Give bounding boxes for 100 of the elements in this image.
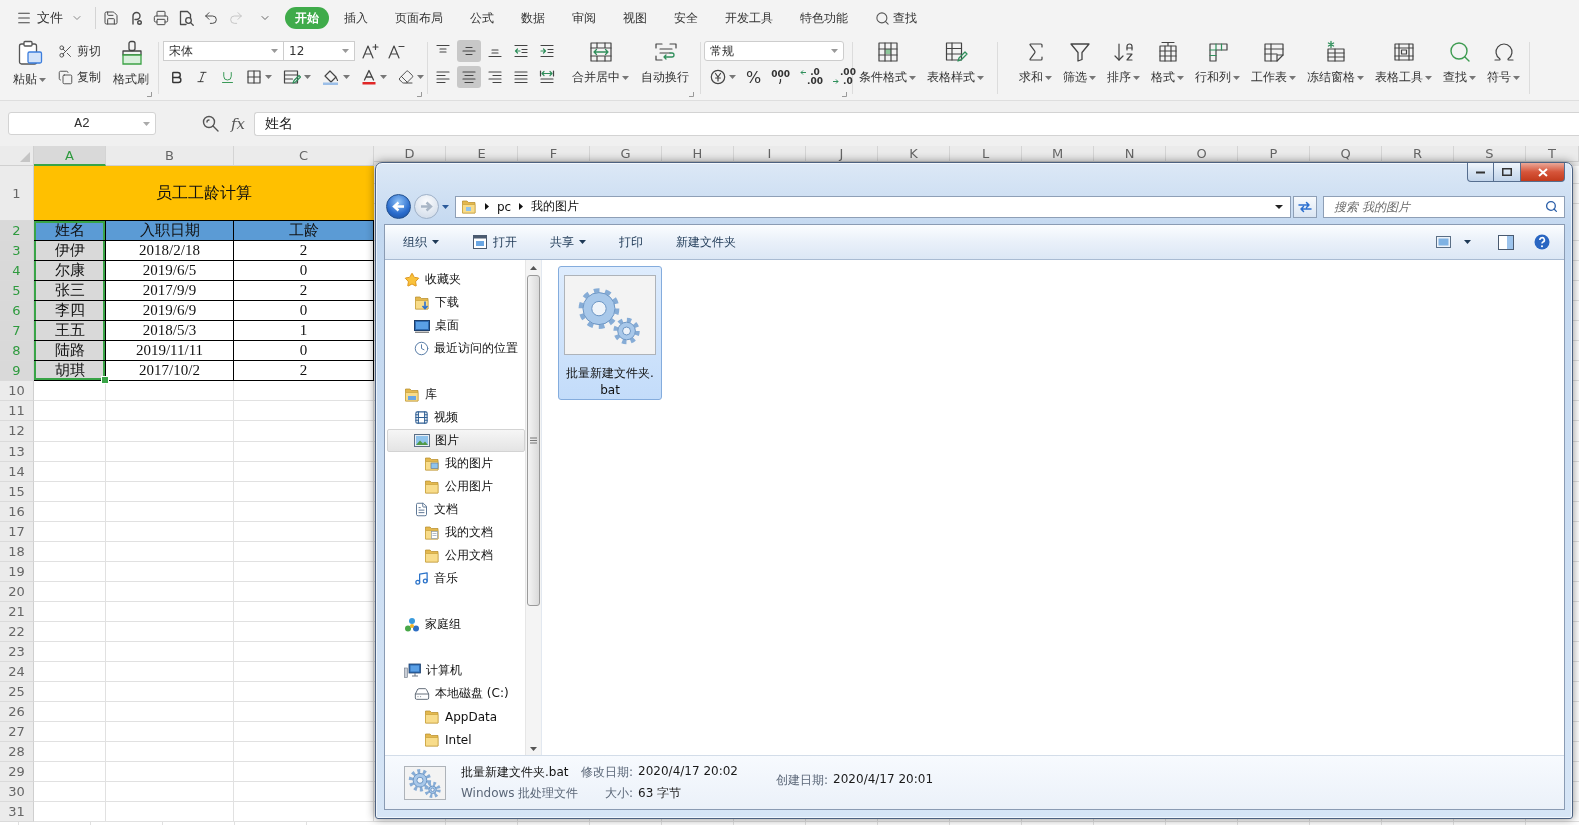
dialog-launcher-icon[interactable] [689, 92, 694, 97]
number-format-field[interactable]: 常规 [704, 41, 844, 61]
column-header[interactable]: O [1166, 146, 1238, 162]
toolbar-button[interactable]: 打开 [465, 229, 524, 255]
nav-item[interactable]: AppData [387, 705, 525, 728]
row-number[interactable]: 28 [0, 742, 34, 763]
align-middle-button[interactable] [457, 40, 481, 62]
file-item[interactable]: 批量新建文件夹.bat [558, 266, 662, 400]
nav-item[interactable]: 我的文档 [387, 521, 525, 544]
nav-item[interactable]: 家庭组 [387, 613, 525, 636]
column-header[interactable]: I [734, 146, 806, 162]
cut-button[interactable]: 剪切 [58, 41, 101, 61]
row-number[interactable]: 21 [0, 601, 34, 622]
toolbar-button[interactable]: 共享 [543, 229, 593, 255]
ribbon-tab[interactable]: 安全 [660, 7, 712, 29]
breadcrumb[interactable]: 我的图片 [531, 198, 580, 215]
back-button[interactable] [386, 194, 411, 219]
row-number[interactable]: 20 [0, 581, 34, 602]
ribbon-button[interactable]: 工作表 [1251, 36, 1296, 86]
help-icon[interactable] [1534, 234, 1550, 250]
column-header[interactable]: K [878, 146, 950, 162]
column-header[interactable]: M [1022, 146, 1094, 162]
ribbon-button[interactable]: 表格样式 [927, 36, 984, 86]
ribbon-button[interactable]: 查找 [1443, 36, 1476, 86]
nav-item[interactable]: 音乐 [387, 567, 525, 590]
scroll-down-icon[interactable] [530, 747, 537, 751]
search-input[interactable]: 搜索 我的图片 [1334, 198, 1541, 215]
column-header[interactable]: L [950, 146, 1022, 162]
column-header[interactable]: R [1382, 146, 1454, 162]
row-number[interactable]: 15 [0, 481, 34, 502]
nav-item[interactable]: 库 [387, 383, 525, 406]
toolbar-button[interactable]: 打印 [612, 229, 650, 255]
nav-item[interactable]: 本地磁盘 (C:) [387, 682, 525, 705]
column-header[interactable]: P [1238, 146, 1310, 162]
name-box[interactable]: A2 [8, 112, 156, 135]
currency-button[interactable] [710, 67, 736, 87]
undo-icon[interactable] [203, 10, 219, 26]
nav-item[interactable]: 计算机 [387, 659, 525, 682]
ribbon-button[interactable]: 筛选 [1063, 36, 1096, 86]
toolbar-button[interactable]: 新建文件夹 [669, 229, 743, 255]
merge-center-button[interactable]: 合并居中 [572, 36, 629, 86]
preview-pane-icon[interactable] [1498, 234, 1514, 250]
thousands-button[interactable]: 000 [771, 70, 790, 84]
fx-label[interactable]: fx [231, 114, 245, 133]
row-number[interactable]: 30 [0, 782, 34, 803]
column-header[interactable]: N [1094, 146, 1166, 162]
italic-icon[interactable] [195, 70, 209, 84]
breadcrumb[interactable]: pc [497, 199, 512, 214]
ribbon-button[interactable]: 格式 [1151, 36, 1184, 86]
column-header[interactable]: B [106, 146, 234, 166]
column-header[interactable]: H [662, 146, 734, 162]
ribbon-button[interactable]: 求和 [1019, 36, 1052, 86]
row-number[interactable]: 16 [0, 501, 34, 522]
column-header[interactable]: D [374, 146, 446, 162]
ribbon-button[interactable]: 表格工具 [1375, 36, 1432, 86]
save-icon[interactable] [103, 10, 119, 26]
ribbon-tab[interactable]: 公式 [456, 7, 508, 29]
font-color-button[interactable] [361, 67, 387, 87]
underline-icon[interactable] [220, 69, 235, 85]
nav-item[interactable]: 视频 [387, 406, 525, 429]
ribbon-button[interactable]: 冻结窗格 [1307, 36, 1364, 86]
refresh-button[interactable] [1293, 195, 1317, 218]
borders-button[interactable] [246, 67, 272, 87]
row-number[interactable]: 31 [0, 802, 34, 823]
magnifier-icon[interactable] [202, 115, 219, 132]
file-menu[interactable]: 文件 [12, 5, 87, 31]
row-number[interactable]: 12 [0, 421, 34, 442]
paste-button[interactable]: 粘贴 [13, 36, 46, 88]
printer-icon[interactable] [153, 10, 169, 26]
toolbar-button[interactable]: 组织 [396, 229, 446, 255]
nav-item[interactable]: 收藏夹 [387, 268, 525, 291]
row-number[interactable]: 10 [0, 381, 34, 402]
ribbon-tab[interactable]: 特色功能 [786, 7, 862, 29]
column-header[interactable]: J [806, 146, 878, 162]
column-header[interactable]: F [518, 146, 590, 162]
formula-field[interactable]: 姓名 [254, 111, 1579, 136]
nav-item[interactable]: 文档 [387, 498, 525, 521]
dialog-launcher-icon[interactable] [842, 92, 847, 97]
ribbon-tab[interactable]: 插入 [330, 7, 382, 29]
row-number[interactable]: 22 [0, 621, 34, 642]
column-header[interactable]: T [1526, 146, 1579, 162]
column-header[interactable]: E [446, 146, 518, 162]
row-number[interactable]: 17 [0, 521, 34, 542]
format-painter-button[interactable]: 格式刷 [113, 36, 151, 88]
ribbon-tab[interactable]: 页面布局 [381, 7, 457, 29]
row-number[interactable]: 25 [0, 682, 34, 703]
ribbon-tab[interactable]: 开发工具 [711, 7, 787, 29]
wrap-text-button[interactable]: 自动换行 [641, 36, 691, 86]
address-bar[interactable]: pc 我的图片 [455, 195, 1291, 218]
column-header[interactable]: Q [1310, 146, 1382, 162]
font-shrink-icon[interactable] [387, 43, 405, 59]
decrease-decimal-button[interactable]: .00 .0 [832, 68, 856, 86]
nav-item[interactable]: 公用文档 [387, 544, 525, 567]
scroll-up-icon[interactable] [530, 266, 537, 270]
ribbon-button[interactable]: 符号 [1487, 36, 1520, 86]
ribbon-button[interactable]: 行和列 [1195, 36, 1240, 86]
row-number[interactable]: 23 [0, 642, 34, 663]
font-size-field[interactable]: 12 [283, 41, 355, 61]
font-name-field[interactable]: 宋体 [163, 41, 284, 61]
ribbon-tab[interactable]: 视图 [609, 7, 661, 29]
